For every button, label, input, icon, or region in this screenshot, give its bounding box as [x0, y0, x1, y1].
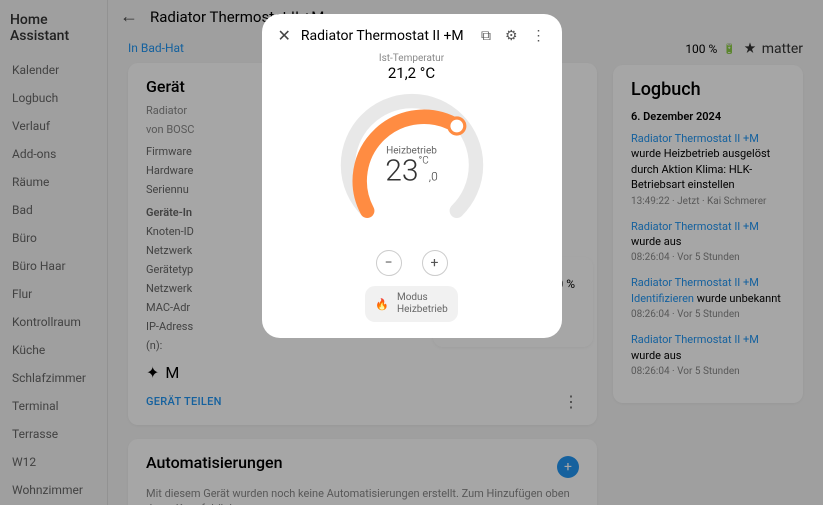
current-temp-value: 21,2 °C: [278, 64, 546, 82]
history-icon[interactable]: ⧉: [481, 28, 491, 44]
target-temp: 23°C,0: [385, 157, 438, 187]
dialog-title: Radiator Thermostat II +M: [301, 28, 467, 44]
flame-icon: 🔥: [375, 298, 389, 311]
mode-chip[interactable]: 🔥 Modus Heizbetrieb: [365, 286, 457, 322]
mode-chip-label: Modus: [397, 292, 448, 304]
close-icon[interactable]: ✕: [278, 26, 291, 45]
temp-down-button[interactable]: −: [376, 250, 402, 276]
thermostat-gauge[interactable]: Heizbetrieb 23°C,0: [332, 86, 492, 246]
thermostat-dialog: ✕ Radiator Thermostat II +M ⧉ ⚙ ⋮ Ist-Te…: [262, 14, 562, 338]
current-temp-label: Ist-Temperatur: [278, 53, 546, 64]
gear-icon[interactable]: ⚙: [505, 28, 518, 44]
temp-up-button[interactable]: +: [422, 250, 448, 276]
more-icon[interactable]: ⋮: [532, 28, 546, 44]
mode-chip-value: Heizbetrieb: [397, 304, 448, 316]
dialog-overlay[interactable]: ✕ Radiator Thermostat II +M ⧉ ⚙ ⋮ Ist-Te…: [0, 0, 823, 505]
